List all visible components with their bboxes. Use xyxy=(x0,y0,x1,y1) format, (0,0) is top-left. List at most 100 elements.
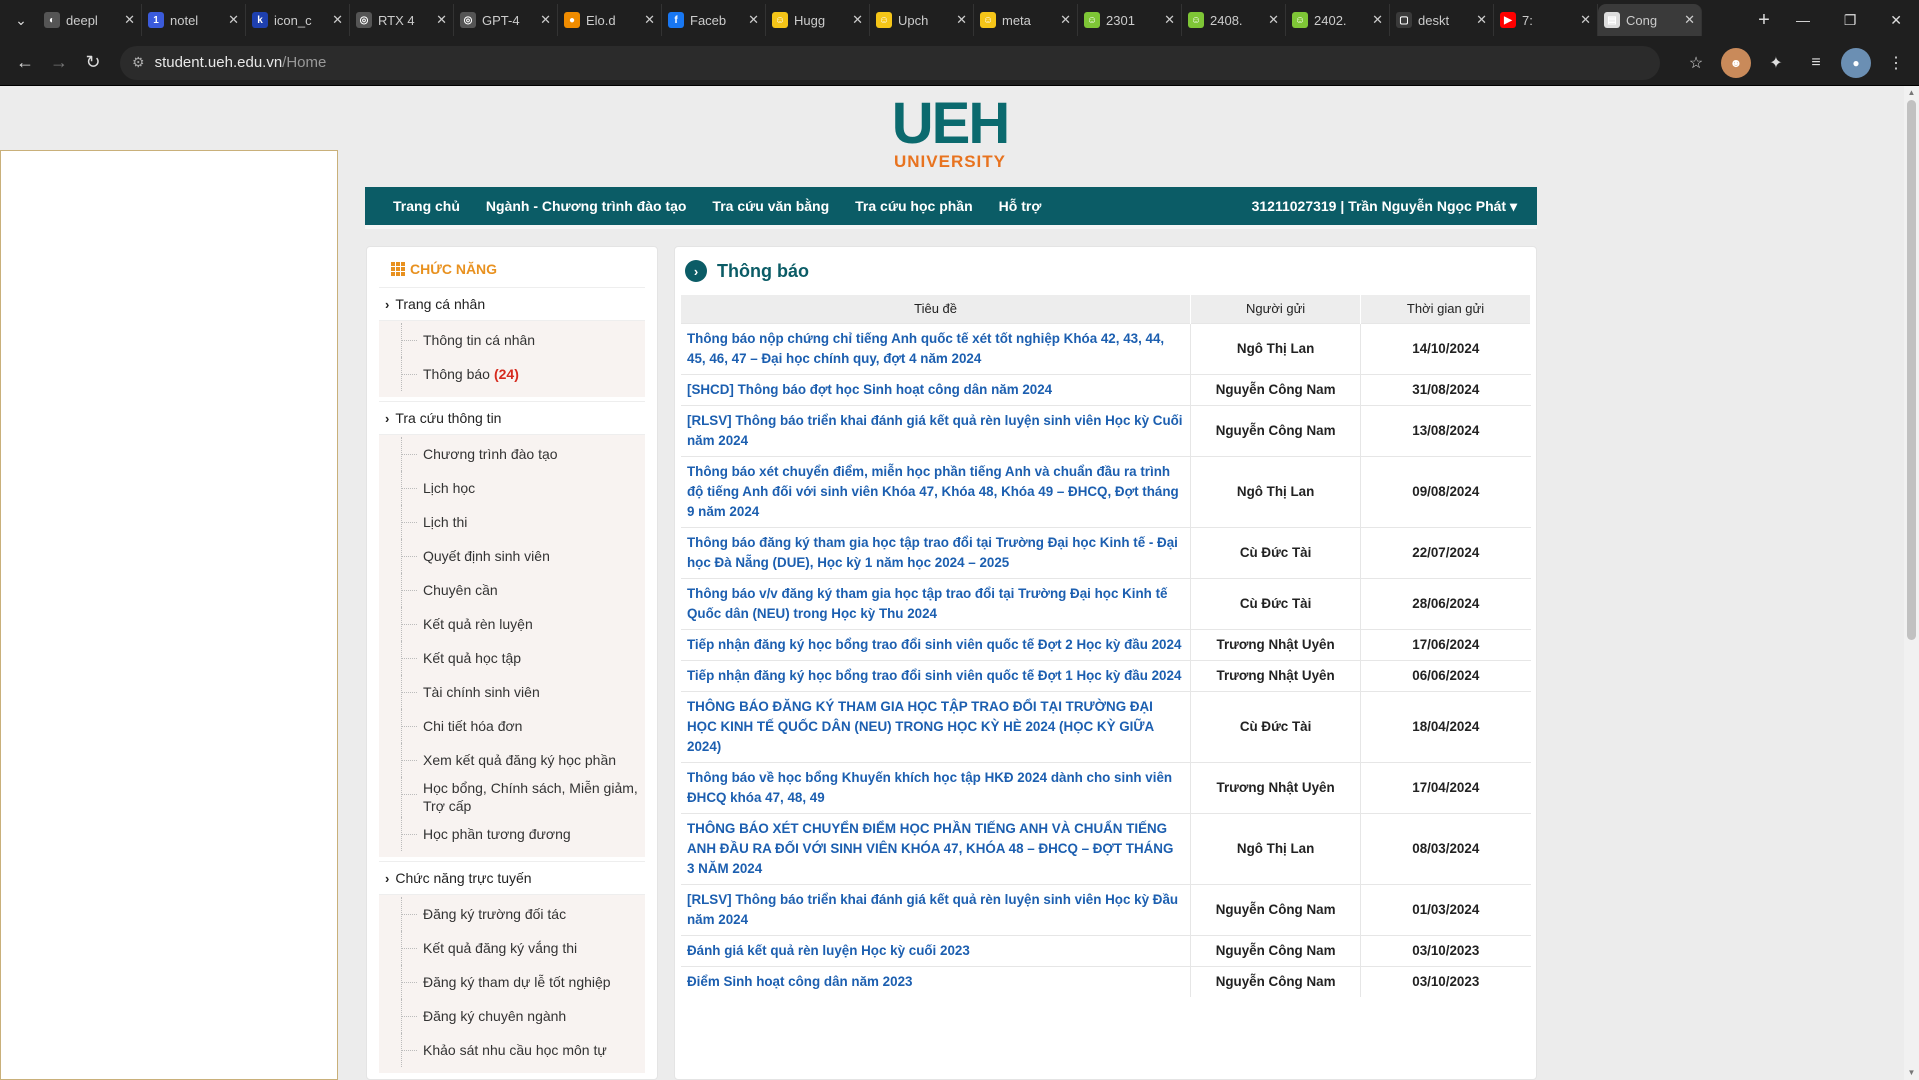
browser-tab[interactable]: ☺ Hugg ✕ xyxy=(766,4,870,36)
close-window-icon[interactable]: ✕ xyxy=(1890,12,1902,29)
minimize-icon[interactable]: — xyxy=(1796,12,1810,29)
tab-close-icon[interactable]: ✕ xyxy=(332,12,343,28)
nav-home[interactable]: Trang chủ xyxy=(393,198,460,214)
sidebar-item[interactable]: Học bổng, Chính sách, Miễn giảm, Trợ cấp xyxy=(379,777,645,817)
notice-title-link[interactable]: Thông báo xét chuyển điểm, miễn học phần… xyxy=(681,455,1192,527)
tab-close-icon[interactable]: ✕ xyxy=(1060,12,1071,28)
forward-icon[interactable]: → xyxy=(42,46,76,80)
browser-tab[interactable]: ☺ 2402. ✕ xyxy=(1286,4,1390,36)
notice-title-link[interactable]: Đánh giá kết quả rèn luyện Học kỳ cuối 2… xyxy=(681,934,1192,966)
tab-close-icon[interactable]: ✕ xyxy=(124,12,135,28)
sidebar-item[interactable]: Lịch thi xyxy=(379,505,645,539)
sidebar-item[interactable]: Kết quả rèn luyện xyxy=(379,607,645,641)
tab-close-icon[interactable]: ✕ xyxy=(852,12,863,28)
sidebar-item[interactable]: Chi tiết hóa đơn xyxy=(379,709,645,743)
extension-avatar-icon[interactable]: ☻ xyxy=(1721,47,1751,78)
notice-title-link[interactable]: Tiếp nhận đăng ký học bổng trao đổi sinh… xyxy=(681,628,1192,660)
tab-close-icon[interactable]: ✕ xyxy=(1684,12,1695,28)
tab-close-icon[interactable]: ✕ xyxy=(540,12,551,28)
browser-tab[interactable]: ◐ deepl ✕ xyxy=(38,4,142,36)
notice-title-link[interactable]: Thông báo về học bổng Khuyến khích học t… xyxy=(681,761,1192,813)
sidebar-item[interactable]: Lịch học xyxy=(379,471,645,505)
sidebar-item[interactable]: Kết quả đăng ký vắng thi xyxy=(379,931,645,965)
tab-favicon-icon: ☺ xyxy=(876,12,892,28)
tab-close-icon[interactable]: ✕ xyxy=(228,12,239,28)
notice-title-link[interactable]: THÔNG BÁO ĐĂNG KÝ THAM GIA HỌC TẬP TRAO … xyxy=(681,690,1192,762)
sidebar-group-toggle[interactable]: › Chức năng trực tuyến xyxy=(379,861,645,895)
tab-close-icon[interactable]: ✕ xyxy=(436,12,447,28)
sidebar-item[interactable]: Thông báo (24) xyxy=(379,357,645,391)
sidebar-item[interactable]: Chuyên cần xyxy=(379,573,645,607)
notice-title-link[interactable]: Thông báo nộp chứng chỉ tiếng Anh quốc t… xyxy=(681,322,1192,374)
notice-title-link[interactable]: Thông báo v/v đăng ký tham gia học tập t… xyxy=(681,577,1192,629)
sidebar-item[interactable]: Đăng ký trường đối tác xyxy=(379,897,645,931)
sidebar-item[interactable]: Học phần tương đương xyxy=(379,817,645,851)
profile-avatar-icon[interactable]: ● xyxy=(1841,47,1871,78)
browser-tab[interactable]: 1 notel ✕ xyxy=(142,4,246,36)
tab-close-icon[interactable]: ✕ xyxy=(1580,12,1591,28)
browser-tab[interactable]: ◎ RTX 4 ✕ xyxy=(350,4,454,36)
scroll-up-icon[interactable]: ▲ xyxy=(1904,86,1919,100)
sidebar-group-toggle[interactable]: › Tra cứu thông tin xyxy=(379,401,645,435)
tab-close-icon[interactable]: ✕ xyxy=(748,12,759,28)
notice-title-link[interactable]: [SHCD] Thông báo đợt học Sinh hoạt công … xyxy=(681,373,1192,405)
site-info-icon[interactable]: ⚙ xyxy=(132,54,145,71)
browser-tab[interactable]: k icon_c ✕ xyxy=(246,4,350,36)
tab-close-icon[interactable]: ✕ xyxy=(1268,12,1279,28)
sidebar-item-label: Kết quả đăng ký vắng thi xyxy=(423,940,578,956)
restore-icon[interactable]: ❐ xyxy=(1844,12,1857,29)
new-tab-icon[interactable]: + xyxy=(1749,9,1779,32)
sidebar-item[interactable]: Khảo sát nhu cầu học môn tự xyxy=(379,1033,645,1067)
notice-title-link[interactable]: Tiếp nhận đăng ký học bổng trao đổi sinh… xyxy=(681,659,1192,691)
sidebar-item-label: Lịch thi xyxy=(423,514,468,530)
nav-support[interactable]: Hỗ trợ xyxy=(999,198,1042,214)
sidebar-item[interactable]: Quyết định sinh viên xyxy=(379,539,645,573)
tab-close-icon[interactable]: ✕ xyxy=(644,12,655,28)
nav-programs[interactable]: Ngành - Chương trình đào tạo xyxy=(486,198,687,214)
notice-title-link[interactable]: [RLSV] Thông báo triển khai đánh giá kết… xyxy=(681,883,1192,935)
browser-tab[interactable]: ☺ 2408. ✕ xyxy=(1182,4,1286,36)
user-account-menu[interactable]: 31211027319 | Trần Nguyễn Ngọc Phát ▾ xyxy=(1252,198,1517,215)
address-bar[interactable]: ⚙ student.ueh.edu.vn/Home xyxy=(120,45,1660,80)
notice-title-link[interactable]: [RLSV] Thông báo triển khai đánh giá kết… xyxy=(681,404,1192,456)
reload-icon[interactable]: ↻ xyxy=(76,46,110,80)
browser-tab[interactable]: ◎ GPT-4 ✕ xyxy=(454,4,558,36)
notice-title-link[interactable]: Thông báo đăng ký tham gia học tập trao … xyxy=(681,526,1192,578)
browser-tab[interactable]: ● Elo.d ✕ xyxy=(558,4,662,36)
browser-tab-bar: ⌄ ◐ deepl ✕ 1 notel ✕ k icon_c ✕ ◎ RTX 4 ✕ ◎ GPT-4 ✕ ● E… xyxy=(0,0,1919,40)
tab-close-icon[interactable]: ✕ xyxy=(1372,12,1383,28)
ueh-logo[interactable]: UEH UNIVERSITY xyxy=(890,95,1010,186)
tab-search-icon[interactable]: ⌄ xyxy=(4,4,38,36)
browser-menu-icon[interactable]: ⋮ xyxy=(1881,48,1911,78)
sidebar-item[interactable]: Chương trình đào tạo xyxy=(379,437,645,471)
sidebar-item[interactable]: Đăng ký chuyên ngành xyxy=(379,999,645,1033)
browser-tab[interactable]: f Faceb ✕ xyxy=(662,4,766,36)
browser-tab[interactable]: ☺ Upch ✕ xyxy=(870,4,974,36)
sidebar-item[interactable]: Đăng ký tham dự lễ tốt nghiệp xyxy=(379,965,645,999)
sidebar-item[interactable]: Xem kết quả đăng ký học phần xyxy=(379,743,645,777)
browser-tab[interactable]: ▶ 7: ✕ xyxy=(1494,4,1598,36)
extensions-puzzle-icon[interactable]: ✦ xyxy=(1761,48,1791,78)
sidebar-item[interactable]: Thông tin cá nhân xyxy=(379,323,645,357)
scrollbar-thumb[interactable] xyxy=(1907,100,1916,640)
media-control-icon[interactable]: ≡ xyxy=(1801,48,1831,78)
tab-close-icon[interactable]: ✕ xyxy=(1476,12,1487,28)
table-row: Thông báo nộp chứng chỉ tiếng Anh quốc t… xyxy=(681,322,1531,374)
browser-tab[interactable]: ☺ 2301 ✕ xyxy=(1078,4,1182,36)
tab-close-icon[interactable]: ✕ xyxy=(956,12,967,28)
notice-title-link[interactable]: Điểm Sinh hoạt công dân năm 2023 xyxy=(681,965,1192,997)
sidebar-group-toggle[interactable]: › Trang cá nhân xyxy=(379,287,645,321)
sidebar-item[interactable]: Kết quả học tập xyxy=(379,641,645,675)
back-icon[interactable]: ← xyxy=(8,46,42,80)
browser-tab[interactable]: ▢ deskt ✕ xyxy=(1390,4,1494,36)
browser-tab[interactable]: ▤ Cong ✕ xyxy=(1598,4,1702,36)
sidebar-item[interactable]: Tài chính sinh viên xyxy=(379,675,645,709)
scroll-down-icon[interactable]: ▼ xyxy=(1904,1066,1919,1080)
nav-course-lookup[interactable]: Tra cứu học phần xyxy=(855,198,973,214)
bookmark-star-icon[interactable]: ☆ xyxy=(1681,48,1711,78)
nav-diploma-lookup[interactable]: Tra cứu văn bằng xyxy=(712,198,829,214)
page-scrollbar[interactable]: ▲ ▼ xyxy=(1904,86,1919,1080)
notice-title-link[interactable]: THÔNG BÁO XÉT CHUYỂN ĐIỂM HỌC PHẦN TIẾNG… xyxy=(681,812,1192,884)
tab-close-icon[interactable]: ✕ xyxy=(1164,12,1175,28)
browser-tab[interactable]: ☺ meta ✕ xyxy=(974,4,1078,36)
